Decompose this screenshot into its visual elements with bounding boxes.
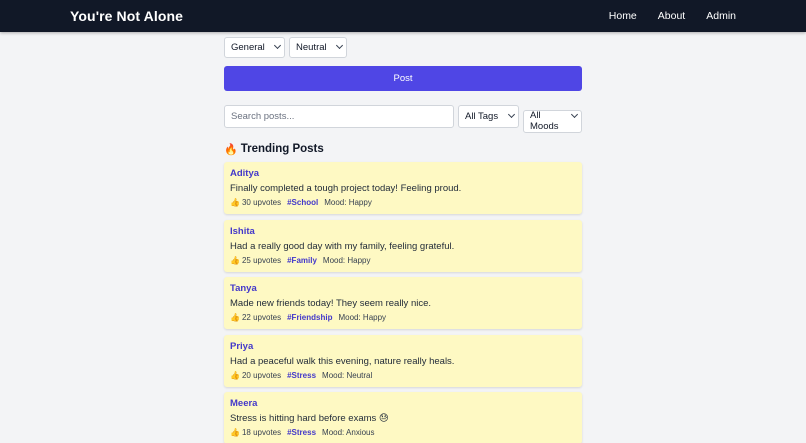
upvote-count: 18 upvotes [241, 428, 282, 437]
mood-filter-select[interactable]: All Moods [523, 109, 582, 133]
upvote-count: 30 upvotes [241, 198, 282, 207]
navbar: You're Not Alone Home About Admin [0, 0, 806, 32]
upvote-count: 25 upvotes [241, 255, 282, 265]
post-mood: Mood: Neutral [322, 370, 373, 380]
post-author[interactable]: Aditya [230, 168, 576, 180]
post-text: Stress is hitting hard before exams 😓 [230, 413, 389, 424]
thumbs-up-icon: 👍 [230, 255, 240, 265]
mood-select[interactable]: Neutral [289, 37, 347, 58]
trending-heading: 🔥 Trending Posts [224, 142, 582, 156]
upvote-button[interactable]: 👍 30 upvotes [230, 198, 281, 207]
upvote-button[interactable]: 👍 25 upvotes [230, 256, 281, 265]
post-mood: Mood: Happy [338, 313, 387, 322]
brand-title[interactable]: You're Not Alone [70, 8, 183, 24]
search-input[interactable] [224, 105, 454, 128]
post-author[interactable]: Tanya [230, 283, 576, 295]
tag-filter-select[interactable]: All Tags [458, 105, 519, 128]
post-card: Priya Had a peaceful walk this evening, … [224, 334, 582, 387]
thumbs-up-icon: 👍 [230, 313, 240, 322]
flame-icon: 🔥 [224, 143, 238, 156]
post-mood: Mood: Happy [322, 255, 371, 265]
category-select[interactable]: General [224, 37, 285, 58]
post-meta: 👍 20 upvotes #Stress Mood: Neutral [230, 370, 576, 381]
post-list: Aditya Finally completed a tough project… [224, 162, 582, 443]
post-mood: Mood: Anxious [322, 428, 375, 437]
post-tag[interactable]: #Stress [287, 371, 316, 380]
post-meta: 👍 25 upvotes #Family Mood: Happy [230, 255, 576, 266]
nav-home-link[interactable]: Home [609, 10, 637, 22]
post-meta: 👍 22 upvotes #Friendship Mood: Happy [230, 312, 576, 323]
post-tag[interactable]: #Stress [287, 428, 316, 437]
filter-bar: All Tags All Moods [224, 105, 582, 133]
thumbs-up-icon: 👍 [230, 198, 240, 207]
post-card: Tanya Made new friends today! They seem … [224, 277, 582, 329]
upvote-button[interactable]: 👍 18 upvotes [230, 428, 281, 437]
post-button[interactable]: Post [224, 66, 582, 91]
mood-filter-wrap: All Moods [523, 105, 582, 133]
post-mood: Mood: Happy [324, 198, 372, 207]
nav-links: Home About Admin [609, 10, 736, 22]
post-author[interactable]: Meera [230, 398, 576, 410]
post-text: Had a really good day with my family, fe… [230, 240, 455, 252]
post-author[interactable]: Priya [230, 341, 576, 353]
thumbs-up-icon: 👍 [230, 428, 240, 437]
upvote-button[interactable]: 👍 22 upvotes [230, 313, 281, 322]
nav-about-link[interactable]: About [658, 10, 685, 22]
thumbs-up-icon: 👍 [230, 370, 240, 380]
post-tag[interactable]: #Friendship [287, 313, 332, 322]
mood-select-wrap: Neutral [289, 37, 347, 58]
tag-filter-wrap: All Tags [458, 105, 519, 128]
trending-title: Trending Posts [240, 143, 324, 155]
composer-options: General Neutral [224, 37, 582, 58]
post-meta: 👍 18 upvotes #Stress Mood: Anxious [230, 427, 576, 438]
post-tag[interactable]: #School [287, 198, 318, 207]
post-card: Meera Stress is hitting hard before exam… [224, 392, 582, 443]
post-card: Aditya Finally completed a tough project… [224, 162, 582, 214]
post-text: Made new friends today! They seem really… [230, 298, 432, 309]
category-select-wrap: General [224, 37, 285, 58]
main-content: General Neutral Post All Tags All Moods … [224, 37, 582, 443]
nav-admin-link[interactable]: Admin [706, 10, 736, 22]
post-text: Had a peaceful walk this evening, nature… [230, 355, 455, 367]
upvote-button[interactable]: 👍 20 upvotes [230, 371, 281, 380]
post-meta: 👍 30 upvotes #School Mood: Happy [230, 197, 576, 208]
post-text: Finally completed a tough project today!… [230, 183, 462, 194]
post-card: Ishita Had a really good day with my fam… [224, 219, 582, 272]
upvote-count: 22 upvotes [241, 313, 282, 322]
upvote-count: 20 upvotes [241, 370, 282, 380]
post-tag[interactable]: #Family [287, 256, 317, 265]
post-author[interactable]: Ishita [230, 226, 576, 238]
